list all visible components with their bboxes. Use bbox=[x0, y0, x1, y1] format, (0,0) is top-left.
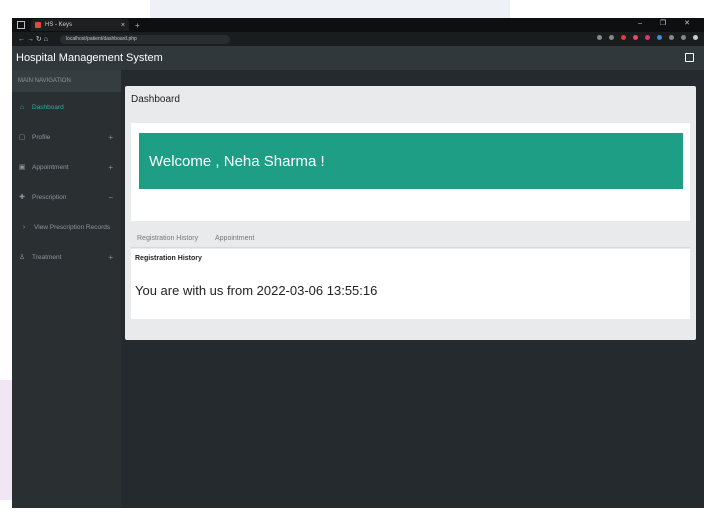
app-body: MAIN NAVIGATION ⌂ Dashboard ▢ Profile + … bbox=[12, 70, 704, 508]
home-icon: ⌂ bbox=[19, 103, 25, 111]
profile-icon[interactable] bbox=[693, 35, 698, 40]
nav-buttons[interactable]: ← → ↻ ⌂ bbox=[18, 35, 48, 43]
tab-title: HS - Keys bbox=[45, 22, 73, 28]
new-tab-button[interactable]: + bbox=[135, 21, 140, 30]
extension-icon[interactable] bbox=[633, 35, 638, 40]
sidebar-item-label: Profile bbox=[32, 133, 51, 141]
welcome-panel: Welcome , Neha Sharma ! bbox=[131, 123, 690, 221]
logout-icon[interactable] bbox=[685, 53, 694, 62]
prescription-icon: ✚ bbox=[19, 194, 25, 201]
expand-icon: + bbox=[108, 252, 113, 262]
tab-bar: Registration History Appointment bbox=[131, 225, 690, 248]
tab-registration-history[interactable]: Registration History bbox=[137, 235, 198, 242]
expand-icon: + bbox=[108, 132, 113, 142]
url-text: localhost/patient/dashboard.php bbox=[65, 36, 137, 42]
browser-tab-strip: HS - Keys × + – ❐ ✕ bbox=[12, 18, 704, 32]
extension-icon[interactable] bbox=[645, 35, 650, 40]
app-header: Hospital Management System bbox=[12, 46, 704, 70]
section-label: Registration History bbox=[135, 255, 202, 262]
url-field[interactable]: localhost/patient/dashboard.php bbox=[59, 34, 230, 44]
chevron-right-icon: › bbox=[22, 223, 26, 231]
dashboard-card: Dashboard Welcome , Neha Sharma ! Regist… bbox=[125, 86, 696, 340]
browser-tab[interactable]: HS - Keys × bbox=[31, 19, 129, 31]
tab-appointment[interactable]: Appointment bbox=[215, 235, 254, 242]
sidebar-header: MAIN NAVIGATION bbox=[12, 70, 121, 92]
appointment-icon: ▣ bbox=[18, 164, 26, 171]
window-controls[interactable]: – ❐ ✕ bbox=[638, 19, 698, 27]
address-bar-row: ← → ↻ ⌂ localhost/patient/dashboard.php bbox=[12, 32, 704, 46]
page-title: Dashboard bbox=[131, 94, 180, 105]
sidebar-item-view-prescription-records[interactable]: › View Prescription Records bbox=[12, 212, 121, 242]
sidebar-item-label: Prescription bbox=[32, 193, 67, 201]
sidebar-header-label: MAIN NAVIGATION bbox=[18, 78, 71, 84]
sidebar-item-label: Appointment bbox=[32, 163, 69, 171]
favicon-icon bbox=[35, 22, 41, 28]
treatment-icon: ♙ bbox=[18, 254, 26, 261]
extension-icon[interactable] bbox=[657, 35, 662, 40]
tab-close-icon[interactable]: × bbox=[121, 22, 125, 29]
background-watermark bbox=[150, 0, 510, 20]
welcome-banner: Welcome , Neha Sharma ! bbox=[139, 133, 683, 189]
extension-icons bbox=[597, 35, 698, 40]
sidebar-item-label: Dashboard bbox=[32, 103, 64, 111]
sidebar-item-treatment[interactable]: ♙ Treatment + bbox=[12, 242, 121, 272]
sidebar-item-label: View Prescription Records bbox=[34, 223, 111, 231]
registration-panel: Registration History You are with us fro… bbox=[131, 249, 690, 319]
browser-window: HS - Keys × + – ❐ ✕ ← → ↻ ⌂ localhost/pa… bbox=[12, 18, 704, 508]
expand-icon: + bbox=[108, 162, 113, 172]
zoom-icon[interactable] bbox=[609, 35, 614, 40]
registration-since-text: You are with us from 2022-03-06 13:55:16 bbox=[135, 283, 378, 298]
sidebar-item-prescription[interactable]: ✚ Prescription − bbox=[12, 182, 121, 212]
sidebar-item-label: Treatment bbox=[32, 253, 62, 261]
sidebar-item-appointment[interactable]: ▣ Appointment + bbox=[12, 152, 121, 182]
sidebar: MAIN NAVIGATION ⌂ Dashboard ▢ Profile + … bbox=[12, 70, 121, 508]
background-watermark bbox=[0, 380, 12, 500]
sidebar-item-dashboard[interactable]: ⌂ Dashboard bbox=[12, 92, 121, 122]
tab-actions-icon[interactable] bbox=[17, 21, 25, 29]
extension-icon[interactable] bbox=[621, 35, 626, 40]
read-aloud-icon[interactable] bbox=[597, 35, 602, 40]
collapse-icon: − bbox=[108, 192, 113, 202]
profile-icon: ▢ bbox=[18, 134, 26, 141]
sidebar-item-profile[interactable]: ▢ Profile + bbox=[12, 122, 121, 152]
downloads-icon[interactable] bbox=[681, 35, 686, 40]
app-title[interactable]: Hospital Management System bbox=[16, 52, 163, 64]
welcome-text: Welcome , Neha Sharma ! bbox=[149, 152, 325, 170]
favorites-icon[interactable] bbox=[669, 35, 674, 40]
